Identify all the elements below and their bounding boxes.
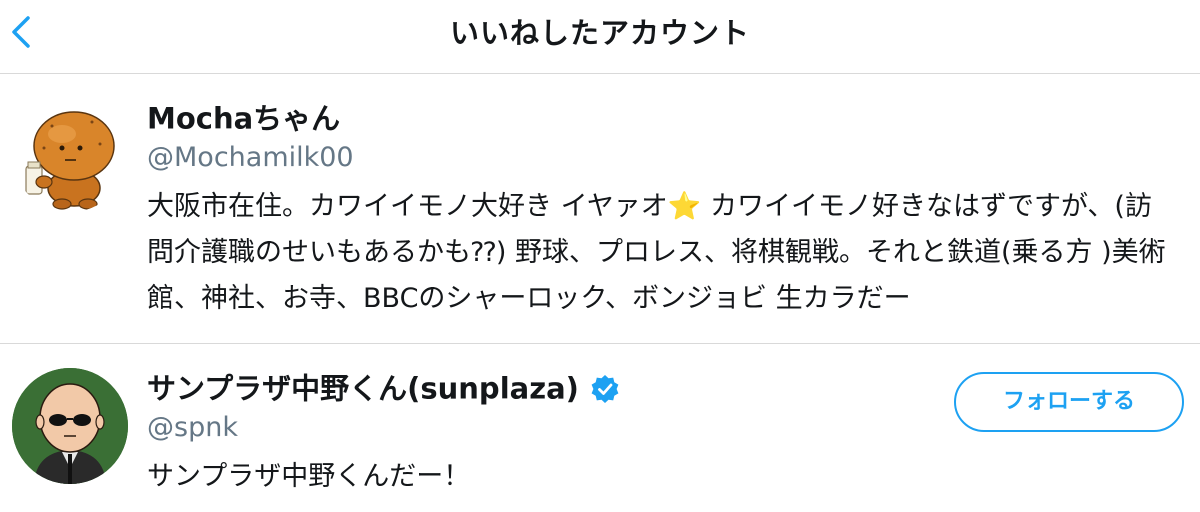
top-bar: いいねしたアカウント bbox=[0, 0, 1200, 74]
avatar[interactable] bbox=[12, 96, 128, 212]
name-line: Mochaちゃん bbox=[147, 98, 1170, 138]
bio: サンプラザ中野くんだー！ bbox=[147, 461, 471, 492]
account-info: Mochaちゃん @Mochamilk00 大阪市在住。カワイイモノ大好き イヤ… bbox=[147, 98, 1170, 322]
page-title: いいねしたアカウント bbox=[449, 16, 750, 50]
verified-badge-icon bbox=[591, 374, 619, 403]
avatar-spnk-image bbox=[12, 368, 128, 484]
display-name[interactable]: サンプラザ中野くん(sunplaza) bbox=[147, 372, 579, 406]
follow-button[interactable]: フォローする bbox=[954, 372, 1184, 432]
avatar-mocha-image bbox=[12, 96, 128, 212]
avatar[interactable] bbox=[12, 368, 128, 484]
handle[interactable]: @Mochamilk00 bbox=[147, 138, 1170, 178]
bio: 大阪市在住。カワイイモノ大好き イヤァオ⭐️ カワイイモノ好きなはずですが、(訪… bbox=[147, 191, 1166, 314]
display-name[interactable]: Mochaちゃん bbox=[147, 102, 340, 136]
account-row[interactable]: サンプラザ中野くん(sunplaza) @spnk サンプラザ中野くんだー！ フ… bbox=[0, 344, 1200, 512]
account-row[interactable]: Mochaちゃん @Mochamilk00 大阪市在住。カワイイモノ大好き イヤ… bbox=[0, 74, 1200, 344]
